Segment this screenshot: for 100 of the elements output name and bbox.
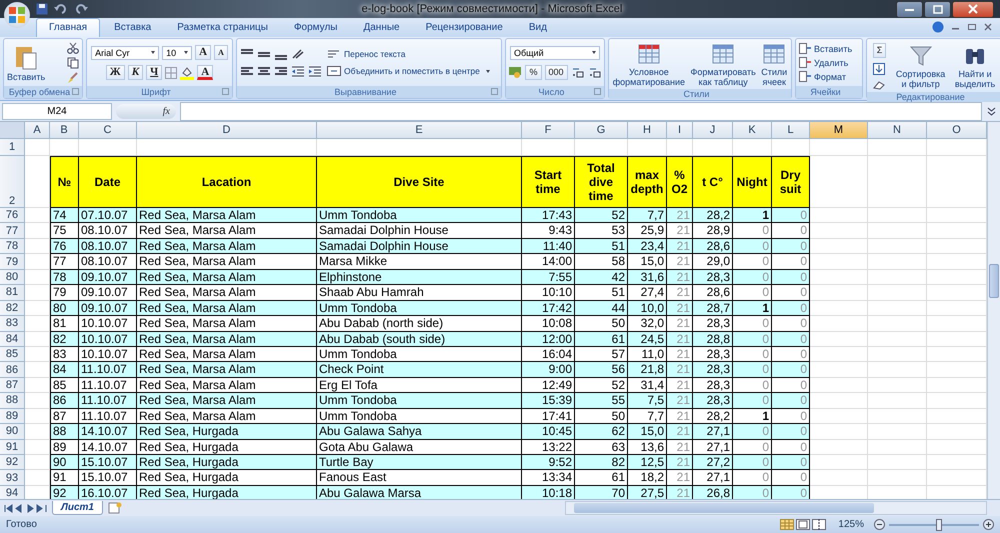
currency-icon[interactable] [508, 66, 522, 78]
zoom-in-icon[interactable] [983, 519, 994, 530]
sort-filter-button[interactable]: Сортировка и фильтр [896, 43, 946, 89]
percent-button[interactable]: % [525, 64, 542, 80]
maximize-button[interactable] [924, 0, 951, 18]
insert-button[interactable]: Вставить [799, 43, 852, 54]
underline-button[interactable]: Ч [146, 65, 162, 80]
restore-icon[interactable] [968, 23, 976, 31]
column-header[interactable]: M [810, 122, 868, 139]
column-header[interactable]: F [522, 122, 575, 139]
row-header[interactable]: 79 [0, 254, 25, 270]
increase-decimal-icon[interactable] [570, 66, 585, 78]
close-button[interactable] [952, 0, 994, 18]
formula-input[interactable] [180, 102, 982, 120]
paste-button[interactable]: Вставить [7, 44, 46, 82]
row-header[interactable]: 82 [0, 300, 25, 316]
find-select-button[interactable]: Найти и выделить [954, 43, 996, 89]
row-header[interactable]: 87 [0, 378, 25, 394]
row-header[interactable]: 88 [0, 393, 25, 409]
text-angle-icon[interactable] [291, 48, 305, 60]
row-header[interactable]: 1 [0, 139, 25, 156]
insert-function-button[interactable]: fx [162, 106, 170, 116]
row-header[interactable]: 91 [0, 440, 25, 455]
office-button[interactable] [4, 2, 30, 28]
font-color-button[interactable]: A [197, 65, 214, 80]
row-header[interactable]: 89 [0, 408, 25, 424]
row-header[interactable]: 76 [0, 208, 25, 224]
redo-icon[interactable] [74, 3, 88, 15]
delete-button[interactable]: Удалить [799, 57, 848, 68]
zoom-slider-thumb[interactable] [936, 518, 942, 530]
row-header[interactable]: 2 [0, 156, 25, 208]
conditional-format-button[interactable]: Условное форматирование [612, 43, 685, 87]
ribbon-tab[interactable]: Рецензирование [414, 19, 515, 37]
number-format-dropdown[interactable]: Общий [510, 46, 600, 60]
thousands-button[interactable]: 000 [544, 64, 568, 80]
row-header[interactable]: 85 [0, 346, 25, 362]
autosum-button[interactable]: Σ [872, 43, 886, 58]
ribbon-tab[interactable]: Главная [36, 18, 100, 37]
ribbon-tab[interactable]: Формулы [282, 19, 350, 37]
row-header[interactable]: 77 [0, 223, 25, 239]
name-box[interactable]: M24 [2, 102, 112, 120]
column-header[interactable]: J [693, 122, 733, 139]
indent-icon[interactable] [308, 65, 322, 77]
undo-icon[interactable] [54, 3, 68, 15]
row-header[interactable]: 94 [0, 486, 25, 499]
cell-styles-button[interactable]: Стили ячеек [761, 43, 788, 87]
sheet-navigation-icon[interactable] [4, 504, 48, 512]
font-family-dropdown[interactable]: Arial Cyr [91, 46, 160, 60]
row-header[interactable]: 93 [0, 470, 25, 486]
minimize-button[interactable] [896, 0, 923, 18]
italic-button[interactable]: К [128, 65, 144, 80]
page-break-icon[interactable] [812, 519, 826, 530]
format-table-button[interactable]: Форматировать как таблицу [690, 43, 756, 87]
cut-icon[interactable] [67, 42, 79, 54]
column-header[interactable]: O [927, 122, 987, 139]
zoom-level[interactable]: 125% [838, 519, 864, 530]
text-align-icon[interactable] [240, 65, 254, 77]
expand-icon[interactable] [986, 106, 997, 116]
eraser-icon[interactable] [872, 80, 885, 90]
wrap-text-button[interactable]: Перенос текста [327, 48, 490, 60]
column-header[interactable]: G [575, 122, 628, 139]
ribbon-tab[interactable]: Вид [516, 19, 559, 37]
column-header[interactable]: I [667, 122, 693, 139]
brush-icon[interactable] [67, 72, 79, 84]
shrink-font-button[interactable]: A [214, 45, 228, 60]
vertical-scrollbar[interactable] [987, 122, 1000, 499]
zoom-out-icon[interactable] [874, 519, 885, 530]
copy-icon[interactable] [67, 56, 79, 68]
column-header[interactable]: B [50, 122, 79, 139]
column-header[interactable]: N [868, 122, 927, 139]
ribbon-tab[interactable]: Вставка [102, 19, 164, 37]
page-layout-icon[interactable] [796, 519, 810, 530]
fill-color-icon[interactable] [180, 66, 194, 80]
ribbon-tab[interactable]: Разметка страницы [165, 19, 280, 37]
grow-font-button[interactable]: A [195, 45, 212, 60]
column-header[interactable]: K [733, 122, 772, 139]
text-align-icon[interactable] [274, 65, 288, 77]
new-sheet-icon[interactable] [107, 502, 123, 514]
outdent-icon[interactable] [291, 65, 305, 77]
fill-down-icon[interactable] [872, 63, 885, 75]
row-header[interactable]: 90 [0, 424, 25, 440]
ribbon-tab[interactable]: Данные [351, 19, 412, 37]
column-header[interactable]: E [317, 122, 522, 139]
column-header[interactable]: C [79, 122, 137, 139]
format-button[interactable]: Формат [799, 71, 846, 82]
row-header[interactable]: 83 [0, 316, 25, 332]
save-icon[interactable] [36, 3, 48, 15]
bold-button[interactable]: Ж [106, 65, 125, 80]
decrease-decimal-icon[interactable] [588, 66, 602, 78]
row-header[interactable]: 81 [0, 285, 25, 301]
sheet-tab[interactable]: Лист1 [52, 501, 103, 515]
row-header[interactable]: 80 [0, 270, 25, 286]
merge-center-button[interactable]: Объединить и поместить в центре [327, 65, 490, 77]
text-align-icon[interactable] [257, 65, 271, 77]
column-header[interactable]: A [25, 122, 50, 139]
close-icon[interactable] [984, 23, 992, 31]
row-header[interactable]: 86 [0, 362, 25, 378]
horizontal-scrollbar[interactable] [565, 501, 987, 515]
column-header[interactable]: D [137, 122, 317, 139]
row-header[interactable]: 84 [0, 332, 25, 347]
